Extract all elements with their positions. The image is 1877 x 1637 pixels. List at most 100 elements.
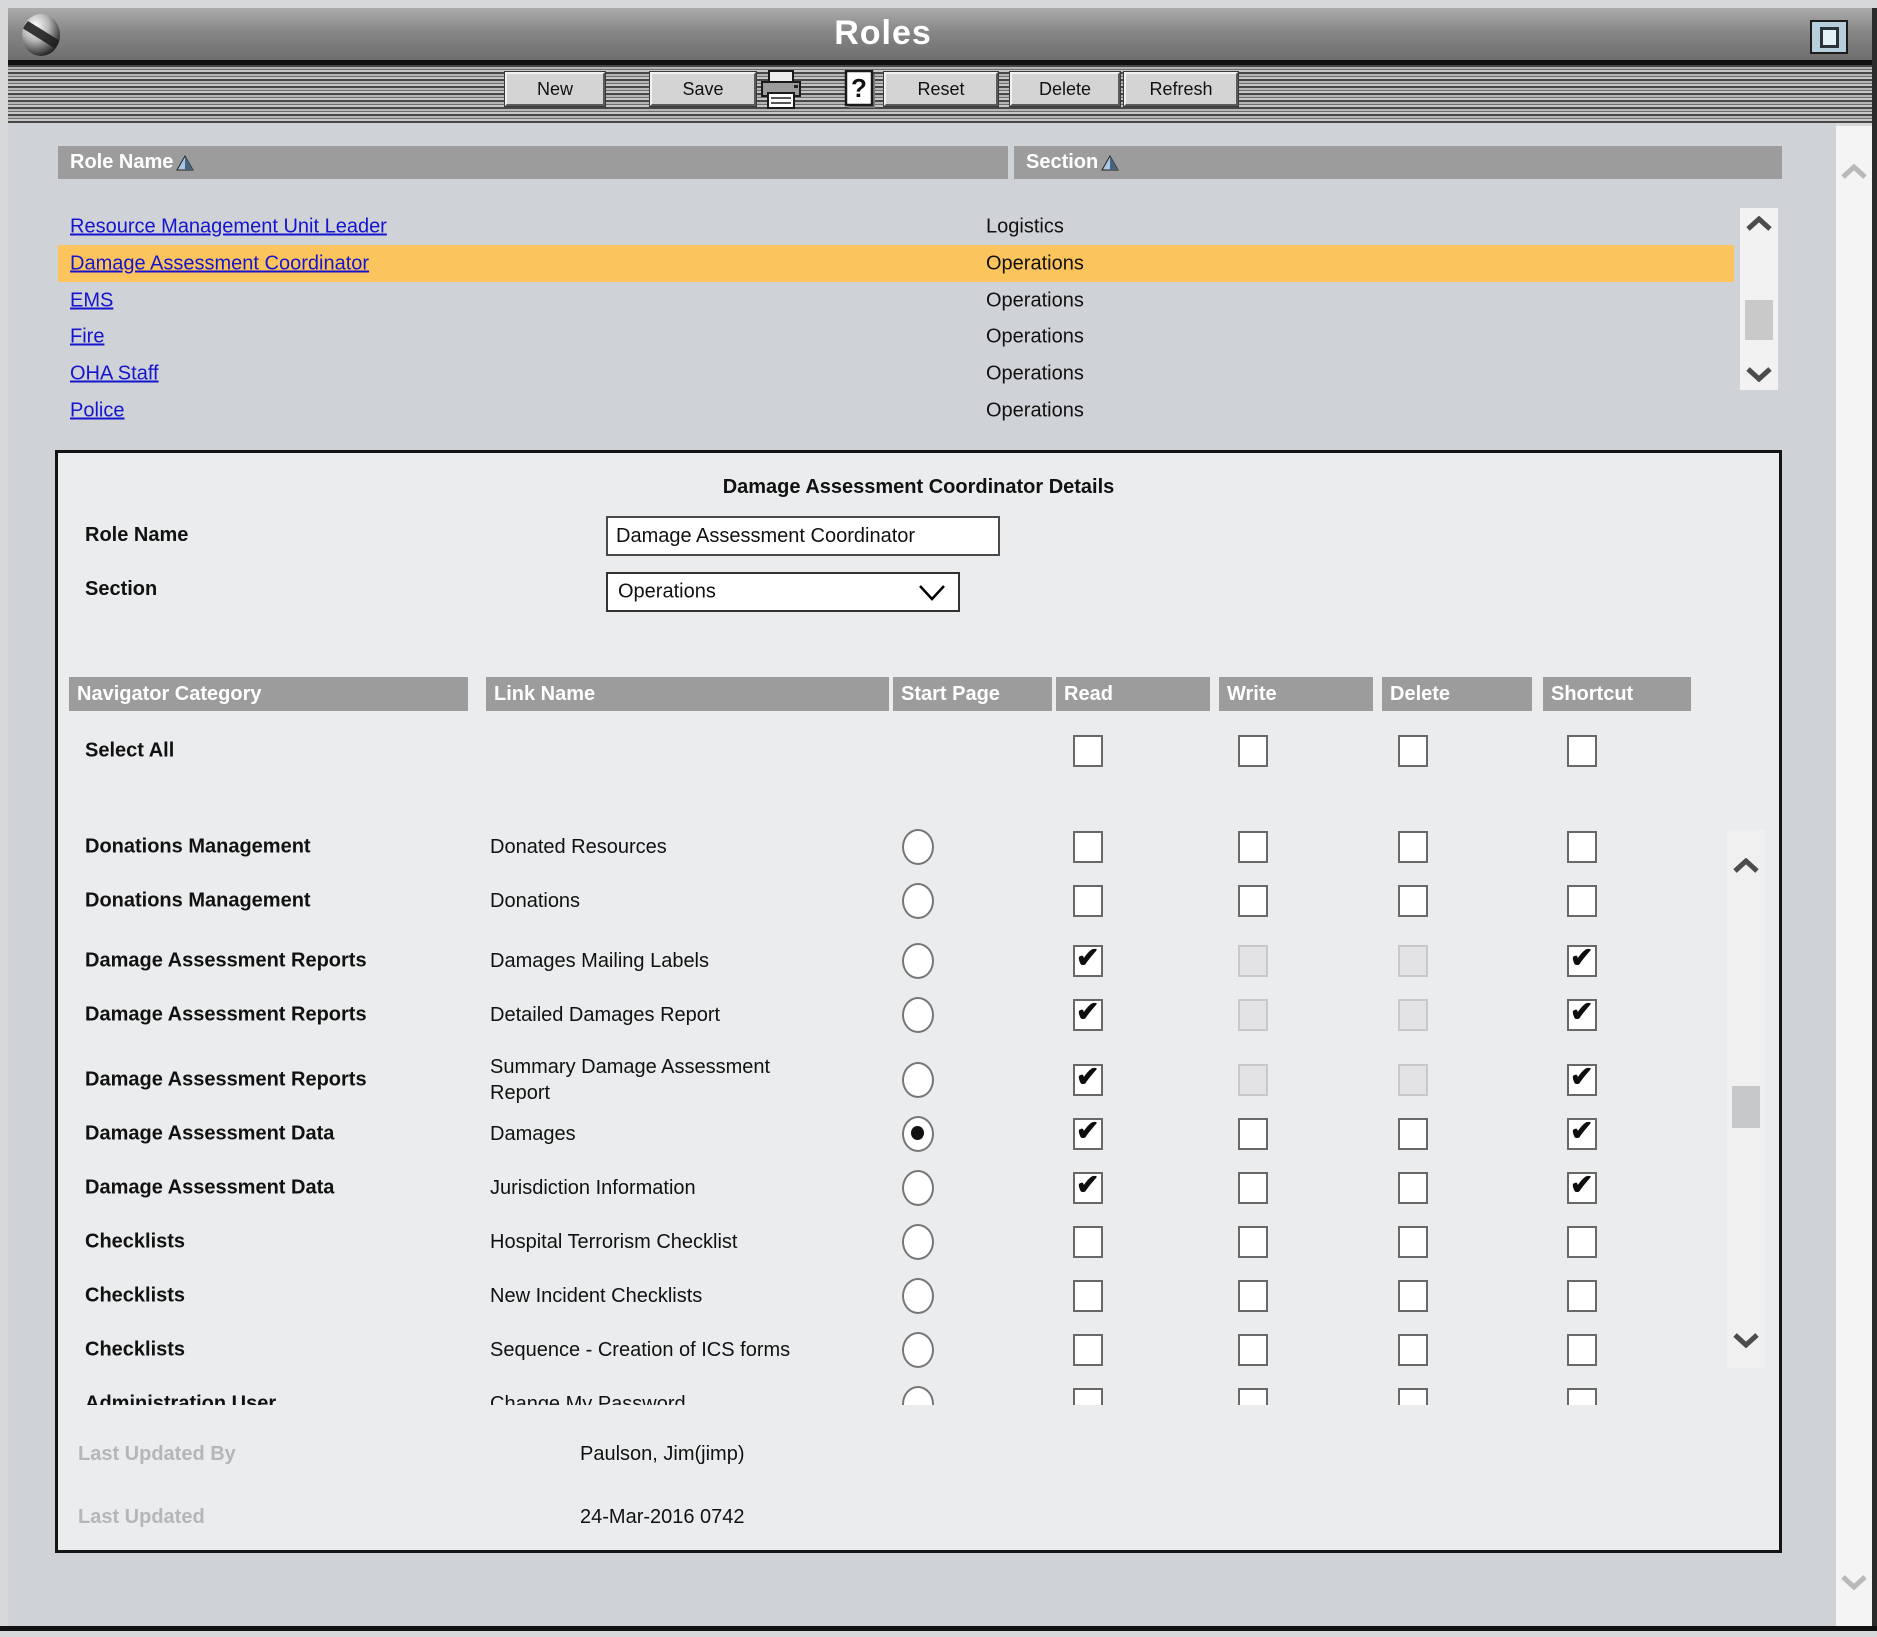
role-name-link[interactable]: Police (70, 399, 124, 422)
table-row[interactable]: Police Operations (58, 392, 1734, 429)
read-checkbox[interactable] (1073, 1118, 1103, 1150)
delete-checkbox[interactable] (1398, 1172, 1428, 1204)
start-page-radio[interactable] (902, 1224, 934, 1260)
read-checkbox[interactable] (1073, 945, 1103, 977)
delete-checkbox[interactable] (1398, 1334, 1428, 1366)
scrollbar-thumb[interactable] (1732, 1086, 1760, 1128)
delete-checkbox[interactable] (1398, 1388, 1428, 1405)
read-checkbox[interactable] (1073, 885, 1103, 917)
write-checkbox[interactable] (1238, 1334, 1268, 1366)
table-row[interactable]: Damage Assessment Coordinator Operations (58, 245, 1734, 282)
scroll-down-icon[interactable] (1732, 1332, 1760, 1348)
permission-row: Damage Assessment Reports Damages Mailin… (58, 934, 1718, 988)
delete-checkbox[interactable] (1398, 885, 1428, 917)
read-checkbox[interactable] (1073, 1334, 1103, 1366)
start-page-radio[interactable] (902, 943, 934, 979)
select-all-shortcut-checkbox[interactable] (1567, 735, 1597, 767)
delete-checkbox[interactable] (1398, 1226, 1428, 1258)
delete-checkbox[interactable] (1398, 945, 1428, 977)
print-icon[interactable] (757, 69, 805, 111)
column-header-section[interactable]: Section (1014, 146, 1782, 179)
perm-header-read: Read (1056, 677, 1210, 711)
write-checkbox[interactable] (1238, 1064, 1268, 1096)
start-page-radio[interactable] (902, 997, 934, 1033)
select-all-write-checkbox[interactable] (1238, 735, 1268, 767)
read-checkbox[interactable] (1073, 1226, 1103, 1258)
delete-checkbox[interactable] (1398, 1280, 1428, 1312)
help-icon[interactable]: ? (843, 70, 879, 110)
page-scrollbar[interactable] (1836, 126, 1872, 1626)
read-checkbox[interactable] (1073, 1064, 1103, 1096)
write-checkbox[interactable] (1238, 945, 1268, 977)
start-page-radio[interactable] (902, 1170, 934, 1206)
write-checkbox[interactable] (1238, 1226, 1268, 1258)
read-checkbox[interactable] (1073, 1280, 1103, 1312)
start-page-radio[interactable] (902, 1332, 934, 1368)
delete-button[interactable]: Delete (1010, 72, 1120, 106)
role-name-link[interactable]: EMS (70, 289, 113, 312)
role-name-link[interactable]: Fire (70, 325, 104, 348)
read-checkbox[interactable] (1073, 1388, 1103, 1405)
start-page-radio[interactable] (902, 1386, 934, 1405)
start-page-radio[interactable] (902, 883, 934, 919)
select-all-read-checkbox[interactable] (1073, 735, 1103, 767)
shortcut-checkbox[interactable] (1567, 831, 1597, 863)
new-button[interactable]: New (505, 72, 605, 106)
table-row[interactable]: OHA Staff Operations (58, 355, 1734, 392)
refresh-button[interactable]: Refresh (1124, 72, 1238, 106)
scroll-up-icon[interactable] (1840, 164, 1868, 180)
shortcut-checkbox[interactable] (1567, 885, 1597, 917)
read-checkbox[interactable] (1073, 831, 1103, 863)
shortcut-checkbox[interactable] (1567, 1226, 1597, 1258)
role-name-link[interactable]: OHA Staff (70, 362, 159, 385)
scroll-up-icon[interactable] (1745, 216, 1773, 232)
scroll-down-icon[interactable] (1745, 366, 1773, 382)
start-page-radio[interactable] (902, 1116, 934, 1152)
permissions-scrollbar[interactable] (1727, 830, 1765, 1368)
role-name-link[interactable]: Resource Management Unit Leader (70, 215, 387, 238)
write-checkbox[interactable] (1238, 831, 1268, 863)
scrollbar-thumb[interactable] (1745, 300, 1773, 340)
shortcut-checkbox[interactable] (1567, 1064, 1597, 1096)
shortcut-checkbox[interactable] (1567, 1388, 1597, 1405)
read-checkbox[interactable] (1073, 999, 1103, 1031)
delete-checkbox[interactable] (1398, 1118, 1428, 1150)
select-all-delete-checkbox[interactable] (1398, 735, 1428, 767)
write-checkbox[interactable] (1238, 1280, 1268, 1312)
table-row[interactable]: EMS Operations (58, 282, 1734, 319)
table-row[interactable]: Resource Management Unit Leader Logistic… (58, 208, 1734, 245)
maximize-button[interactable] (1810, 20, 1848, 54)
write-checkbox[interactable] (1238, 999, 1268, 1031)
write-checkbox[interactable] (1238, 1172, 1268, 1204)
roles-window: Roles New Save ? Reset Delete Refresh Ro… (0, 0, 1877, 1637)
start-page-radio[interactable] (902, 1278, 934, 1314)
chevron-down-icon (918, 584, 946, 602)
table-row[interactable]: Fire Operations (58, 318, 1734, 355)
shortcut-checkbox[interactable] (1567, 1280, 1597, 1312)
role-name-link[interactable]: Damage Assessment Coordinator (70, 252, 369, 275)
delete-checkbox[interactable] (1398, 999, 1428, 1031)
section-select[interactable]: Operations (606, 572, 960, 612)
write-checkbox[interactable] (1238, 1388, 1268, 1405)
shortcut-checkbox[interactable] (1567, 1334, 1597, 1366)
delete-checkbox[interactable] (1398, 1064, 1428, 1096)
role-section-value: Operations (986, 399, 1084, 422)
role-list-scrollbar[interactable] (1740, 208, 1778, 390)
start-page-radio[interactable] (902, 1062, 934, 1098)
write-checkbox[interactable] (1238, 885, 1268, 917)
shortcut-checkbox[interactable] (1567, 1118, 1597, 1150)
link-name: Summary Damage Assessment Report (490, 1054, 835, 1106)
shortcut-checkbox[interactable] (1567, 999, 1597, 1031)
start-page-radio[interactable] (902, 829, 934, 865)
role-name-input[interactable] (606, 516, 1000, 556)
scroll-down-icon[interactable] (1840, 1574, 1868, 1590)
save-button[interactable]: Save (650, 72, 756, 106)
write-checkbox[interactable] (1238, 1118, 1268, 1150)
shortcut-checkbox[interactable] (1567, 1172, 1597, 1204)
read-checkbox[interactable] (1073, 1172, 1103, 1204)
scroll-up-icon[interactable] (1732, 858, 1760, 874)
shortcut-checkbox[interactable] (1567, 945, 1597, 977)
column-header-role-name[interactable]: Role Name (58, 146, 1008, 179)
reset-button[interactable]: Reset (884, 72, 998, 106)
delete-checkbox[interactable] (1398, 831, 1428, 863)
